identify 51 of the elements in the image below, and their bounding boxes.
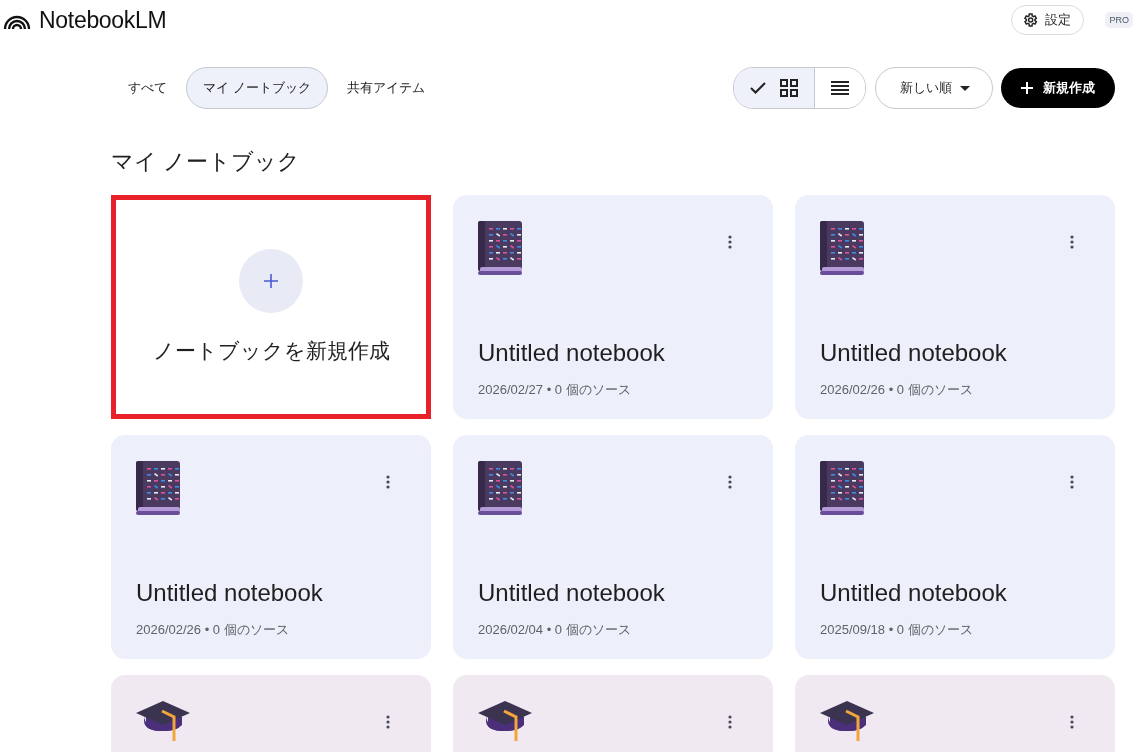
app-title: NotebookLM	[39, 6, 167, 34]
notebook-title: Untitled notebook	[820, 579, 1008, 607]
notebook-card[interactable]: Untitled notebook 2026/02/27 • 0 個のソース	[453, 195, 773, 419]
filter-tab[interactable]: マイ ノートブック	[186, 67, 328, 109]
settings-button[interactable]: 設定	[1011, 5, 1085, 35]
graduation-cap-icon	[478, 701, 532, 741]
new-notebook-card[interactable]: ノートブックを新規作成	[111, 195, 431, 419]
notebook-meta: 2026/02/26 • 0 個のソース	[136, 621, 290, 639]
more-icon[interactable]	[386, 475, 390, 489]
view-toggle[interactable]	[733, 67, 866, 109]
more-icon[interactable]	[1070, 235, 1074, 249]
dropdown-caret-icon	[960, 85, 970, 91]
list-view-button[interactable]	[814, 68, 865, 108]
notebook-title: Untitled notebook	[820, 339, 1008, 367]
notebook-meta: 2026/02/27 • 0 個のソース	[478, 381, 632, 399]
notebook-card[interactable]: Untitled notebook 2025/09/18 • 0 個のソース	[795, 435, 1115, 659]
settings-icon	[1022, 12, 1039, 28]
plan-badge: PRO	[1105, 12, 1133, 28]
sort-dropdown[interactable]: 新しい順	[875, 67, 993, 109]
notebook-title: Untitled notebook	[136, 579, 324, 607]
book-icon	[478, 461, 522, 515]
list-view-icon	[831, 81, 849, 95]
create-button[interactable]: 新規作成	[1001, 68, 1115, 108]
more-icon[interactable]	[728, 475, 732, 489]
filter-tab[interactable]: 共有アイテム	[329, 67, 442, 109]
notebook-meta: 2025/09/18 • 0 個のソース	[820, 621, 974, 639]
book-icon	[478, 221, 522, 275]
more-icon[interactable]	[728, 235, 732, 249]
notebook-title: Untitled notebook	[478, 339, 666, 367]
grid-view-button[interactable]	[734, 68, 814, 108]
notebook-meta: 2026/02/26 • 0 個のソース	[820, 381, 974, 399]
more-icon[interactable]	[1070, 715, 1074, 729]
section-title: マイ ノートブック	[111, 148, 302, 176]
check-icon	[750, 82, 766, 94]
graduation-cap-icon	[136, 701, 190, 741]
book-icon	[136, 461, 180, 515]
graduation-cap-icon	[820, 701, 874, 741]
notebook-card[interactable]: Untitled notebook 2026/02/04 • 0 個のソース	[453, 435, 773, 659]
more-icon[interactable]	[1070, 475, 1074, 489]
notebook-card[interactable]: Untitled notebook 2026/02/26 • 0 個のソース	[795, 195, 1115, 419]
notebook-meta: 2026/02/04 • 0 個のソース	[478, 621, 632, 639]
book-icon	[820, 221, 864, 275]
more-icon[interactable]	[728, 715, 732, 729]
notebook-title: Untitled notebook	[478, 579, 666, 607]
notebook-card[interactable]: Untitled notebook 2026/02/26 • 0 個のソース	[111, 435, 431, 659]
book-icon	[820, 461, 864, 515]
plus-icon	[1021, 82, 1033, 94]
new-notebook-label: ノートブックを新規作成	[152, 338, 390, 364]
grid-view-icon	[780, 79, 798, 97]
more-icon[interactable]	[386, 715, 390, 729]
filter-tab[interactable]: すべて	[111, 67, 184, 109]
